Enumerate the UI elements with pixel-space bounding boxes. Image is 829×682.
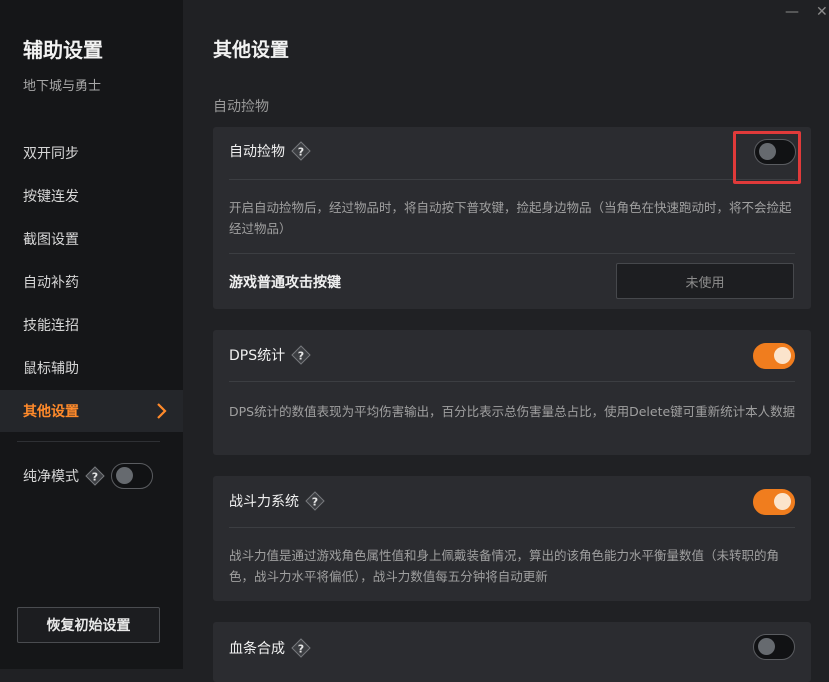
- card-header: 战斗力系统 ?: [229, 491, 325, 511]
- card-title: 战斗力系统: [229, 494, 299, 510]
- combat-power-card: 战斗力系统 ? 战斗力值是通过游戏角色属性值和身上佩戴装备情况，算出的该角色能力…: [213, 476, 811, 601]
- attack-key-button[interactable]: 未使用: [616, 263, 794, 299]
- card-title: 自动捡物: [229, 144, 285, 160]
- sidebar-item-label: 双开同步: [23, 146, 79, 162]
- card-header: DPS统计 ?: [229, 345, 311, 365]
- svg-text:?: ?: [92, 471, 98, 484]
- minimize-icon[interactable]: —: [785, 4, 799, 20]
- svg-text:?: ?: [312, 496, 318, 509]
- health-bar-card: 血条合成 ?: [213, 622, 811, 682]
- health-bar-toggle[interactable]: [753, 634, 795, 660]
- pure-mode-label: 纯净模式: [23, 469, 79, 485]
- pure-mode-toggle[interactable]: [111, 463, 153, 489]
- sidebar-item-label: 鼠标辅助: [23, 361, 79, 377]
- sidebar-divider: [17, 441, 160, 442]
- sidebar-item-screenshot[interactable]: 截图设置: [0, 218, 183, 260]
- highlight-box: [733, 131, 801, 184]
- combat-power-toggle[interactable]: [753, 489, 795, 515]
- page-title: 其他设置: [213, 39, 290, 61]
- toggle-knob: [758, 638, 775, 655]
- dps-card: DPS统计 ? DPS统计的数值表现为平均伤害输出，百分比表示总伤害量总占比，使…: [213, 330, 811, 455]
- pure-mode-row: 纯净模式 ?: [23, 462, 153, 490]
- toggle-knob: [116, 467, 133, 484]
- attack-key-label: 游戏普通攻击按键: [229, 275, 341, 291]
- sidebar-item-key-repeat[interactable]: 按键连发: [0, 175, 183, 217]
- card-description: DPS统计的数值表现为平均伤害输出，百分比表示总伤害量总占比，使用Delete键…: [229, 404, 796, 419]
- sidebar: 辅助设置 地下城与勇士 双开同步 按键连发 截图设置 自动补药 技能连招 鼠标辅…: [0, 0, 183, 669]
- help-icon[interactable]: ?: [291, 638, 311, 658]
- card-divider: [229, 253, 795, 254]
- sidebar-item-other-settings[interactable]: 其他设置: [0, 390, 183, 432]
- sidebar-item-mouse-assist[interactable]: 鼠标辅助: [0, 347, 183, 389]
- sidebar-item-label: 其他设置: [23, 404, 79, 420]
- card-title: 血条合成: [229, 641, 285, 657]
- sidebar-item-dual-sync[interactable]: 双开同步: [0, 132, 183, 174]
- card-title: DPS统计: [229, 348, 286, 364]
- card-header: 血条合成 ?: [229, 638, 311, 658]
- reset-defaults-button[interactable]: 恢复初始设置: [17, 607, 160, 643]
- dps-toggle[interactable]: [753, 343, 795, 369]
- card-divider: [229, 179, 795, 180]
- help-icon[interactable]: ?: [291, 345, 311, 365]
- svg-text:?: ?: [298, 350, 304, 363]
- close-icon[interactable]: ✕: [816, 4, 828, 20]
- sidebar-item-auto-potion[interactable]: 自动补药: [0, 261, 183, 303]
- help-icon[interactable]: ?: [85, 466, 105, 486]
- chevron-right-icon: [157, 403, 167, 419]
- help-icon[interactable]: ?: [291, 141, 311, 161]
- sidebar-item-skill-combo[interactable]: 技能连招: [0, 304, 183, 346]
- toggle-knob: [774, 347, 791, 364]
- sidebar-item-label: 截图设置: [23, 232, 79, 248]
- sidebar-item-label: 技能连招: [23, 318, 79, 334]
- sidebar-subtitle: 地下城与勇士: [23, 79, 102, 94]
- card-divider: [229, 381, 795, 382]
- toggle-knob: [774, 493, 791, 510]
- card-description: 开启自动捡物后，经过物品时，将自动按下普攻键，捡起身边物品（当角色在快速跑动时，…: [229, 200, 792, 236]
- auto-pickup-card: 自动捡物 ? 开启自动捡物后，经过物品时，将自动按下普攻键，捡起身边物品（当角色…: [213, 127, 811, 309]
- card-description: 战斗力值是通过游戏角色属性值和身上佩戴装备情况，算出的该角色能力水平衡量数值（未…: [229, 548, 780, 584]
- sidebar-title: 辅助设置: [23, 38, 103, 62]
- card-divider: [229, 527, 795, 528]
- sidebar-item-label: 按键连发: [23, 189, 79, 205]
- svg-text:?: ?: [298, 643, 304, 656]
- help-icon[interactable]: ?: [305, 491, 325, 511]
- card-header: 自动捡物 ?: [229, 141, 311, 161]
- svg-text:?: ?: [298, 146, 304, 159]
- sidebar-item-label: 自动补药: [23, 275, 79, 291]
- section-label: 自动捡物: [213, 99, 269, 115]
